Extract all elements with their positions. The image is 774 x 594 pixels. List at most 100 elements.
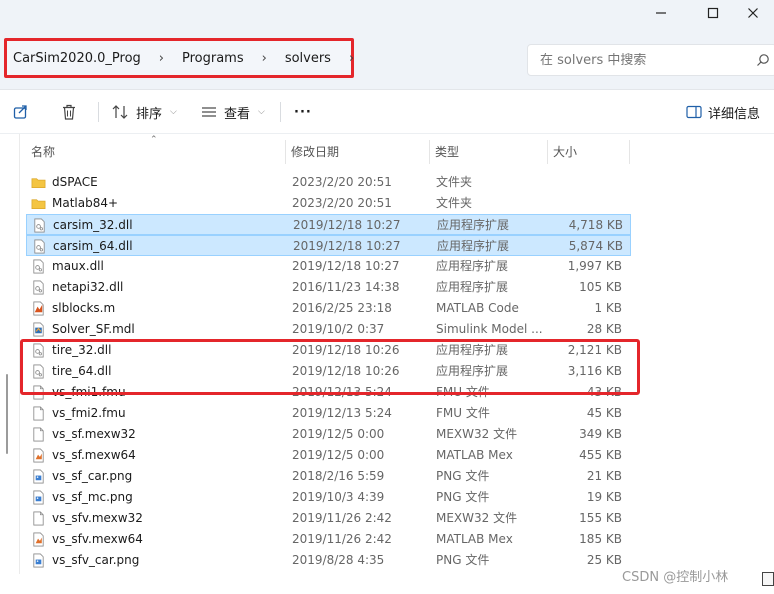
file-size [552,193,622,214]
file-row[interactable]: vs_sf.mexw32 2019/12/5 0:00 MEXW32 文件 349 K… [26,424,631,445]
file-type: 文件夹 [436,175,473,189]
file-type: PNG 文件 [436,553,490,567]
file-name: vs_fmi1.fmu [52,385,126,399]
file-row[interactable]: carsim_32.dll 2019/12/18 10:27 应用程序扩展 4,718… [26,214,631,235]
command-bar: 排序 ⌵ 查看 ⌵ ··· 详细信息 [0,90,774,134]
file-name: vs_sfv.mexw32 [52,511,143,525]
details-pane-icon [686,105,702,119]
breadcrumb-item-carsim[interactable]: CarSim2020.0_Prog [13,51,141,66]
details-pane-button[interactable]: 详细信息 [686,98,760,126]
blank-file-icon [31,406,46,421]
column-header-size[interactable]: 大小 [548,140,630,164]
dll-icon [31,343,46,358]
file-row[interactable]: vs_sf_mc.png 2019/10/3 4:39 PNG 文件 19 KB [26,487,631,508]
file-type: 应用程序扩展 [436,259,509,273]
png-icon [31,553,46,568]
minimize-icon [656,12,666,14]
file-row[interactable]: tire_64.dll 2019/12/18 10:26 应用程序扩展 3,116 K… [26,361,631,382]
navigation-scrollbar[interactable] [6,374,8,454]
file-row[interactable]: vs_sfv.mexw64 2019/11/26 2:42 MATLAB Mex 18… [26,529,631,550]
search-box[interactable] [527,44,774,76]
file-size: 28 KB [586,322,622,336]
view-button[interactable]: 查看 ⌵ [200,98,265,126]
watermark-badge [762,572,774,586]
dll-icon [31,280,46,295]
delete-button[interactable] [60,98,78,126]
file-row[interactable]: vs_sfv_car.png 2019/8/28 4:35 PNG 文件 25 KB [26,550,631,571]
file-row[interactable]: netapi32.dll 2016/11/23 14:38 应用程序扩展 105 KB [26,277,631,298]
file-row[interactable]: tire_32.dll 2019/12/18 10:26 应用程序扩展 2,121 K… [26,340,631,361]
file-name: vs_sf_mc.png [52,490,133,504]
file-type: PNG 文件 [436,490,490,504]
file-row[interactable]: vs_sf_car.png 2018/2/16 5:59 PNG 文件 21 KB [26,466,631,487]
minimize-button[interactable] [638,0,684,26]
file-row[interactable]: dSPACE 2023/2/20 20:51 文件夹 [26,172,631,193]
file-size: 105 KB [579,280,622,294]
file-size: 3,116 KB [567,364,622,378]
chevron-right-icon[interactable]: › [349,51,354,66]
more-icon: ··· [294,104,312,120]
file-modified-date: 2019/12/18 10:27 [293,218,401,232]
file-type: 应用程序扩展 [436,280,509,294]
file-type: FMU 文件 [436,406,490,420]
file-row[interactable]: carsim_64.dll 2019/12/18 10:27 应用程序扩展 5,874… [26,235,631,256]
chevron-right-icon[interactable]: › [159,51,164,66]
file-size: 185 KB [579,532,622,546]
sort-button[interactable]: 排序 ⌵ [112,98,177,126]
file-modified-date: 2019/10/3 4:39 [292,490,385,504]
file-modified-date: 2023/2/20 20:51 [292,196,392,210]
trash-icon [63,104,75,120]
file-type: 文件夹 [436,196,473,210]
share-button[interactable] [12,98,30,126]
file-type: Simulink Model ... [436,322,543,336]
file-name: netapi32.dll [52,280,124,294]
file-row[interactable]: slblocks.m 2016/2/25 23:18 MATLAB Code 1 KB [26,298,631,319]
file-row[interactable]: vs_fmi1.fmu 2019/12/13 5:24 FMU 文件 43 KB [26,382,631,403]
dll-icon [32,239,47,254]
more-options-button[interactable]: ··· [294,98,312,126]
column-header-row: ⌃ 名称 修改日期 类型 大小 [26,135,631,164]
file-type: PNG 文件 [436,469,490,483]
column-header-type[interactable]: 类型 [430,140,548,164]
file-row[interactable]: Matlab84+ 2023/2/20 20:51 文件夹 [26,193,631,214]
blank-file-icon [31,385,46,400]
matlab-mex-icon [31,448,46,463]
png-icon [31,469,46,484]
file-modified-date: 2018/2/16 5:59 [292,469,385,483]
file-size: 4,718 KB [568,218,623,232]
file-name: tire_64.dll [52,364,112,378]
search-icon[interactable] [756,53,770,67]
file-modified-date: 2019/10/2 0:37 [292,322,385,336]
breadcrumb: CarSim2020.0_Prog › Programs › solvers › [4,38,354,78]
file-modified-date: 2019/12/13 5:24 [292,406,392,420]
column-header-date[interactable]: 修改日期 [286,140,430,164]
sort-label: 排序 [136,106,163,122]
file-row[interactable]: maux.dll 2019/12/18 10:27 应用程序扩展 1,997 KB [26,256,631,277]
file-name: slblocks.m [52,301,116,315]
file-modified-date: 2019/12/13 5:24 [292,385,392,399]
close-button[interactable] [730,0,774,26]
file-type: MATLAB Mex [436,448,513,462]
file-type: 应用程序扩展 [437,239,510,253]
column-header-name[interactable]: 名称 [26,140,286,164]
file-row[interactable]: vs_fmi2.fmu 2019/12/13 5:24 FMU 文件 45 KB [26,403,631,424]
file-type: FMU 文件 [436,385,490,399]
simulink-icon [31,322,46,337]
breadcrumb-item-solvers[interactable]: solvers [285,51,331,66]
file-size: 1 KB [594,301,622,315]
file-size: 349 KB [579,427,622,441]
file-modified-date: 2019/11/26 2:42 [292,532,392,546]
chevron-right-icon[interactable]: › [262,51,267,66]
file-row[interactable]: Solver_SF.mdl 2019/10/2 0:37 Simulink Mode… [26,319,631,340]
close-icon [748,8,758,18]
breadcrumb-item-programs[interactable]: Programs [182,51,244,66]
search-input[interactable] [540,52,740,68]
file-row[interactable]: vs_sfv.mexw32 2019/11/26 2:42 MEXW32 文件 155… [26,508,631,529]
file-modified-date: 2019/11/26 2:42 [292,511,392,525]
file-modified-date: 2019/12/18 10:26 [292,364,400,378]
file-type: 应用程序扩展 [436,343,509,357]
share-icon [13,105,27,119]
file-row[interactable]: vs_sf.mexw64 2019/12/5 0:00 MATLAB Mex 455 … [26,445,631,466]
file-rows: dSPACE 2023/2/20 20:51 文件夹 Matlab84+ 2023/2/… [26,172,631,571]
file-type: 应用程序扩展 [437,218,510,232]
